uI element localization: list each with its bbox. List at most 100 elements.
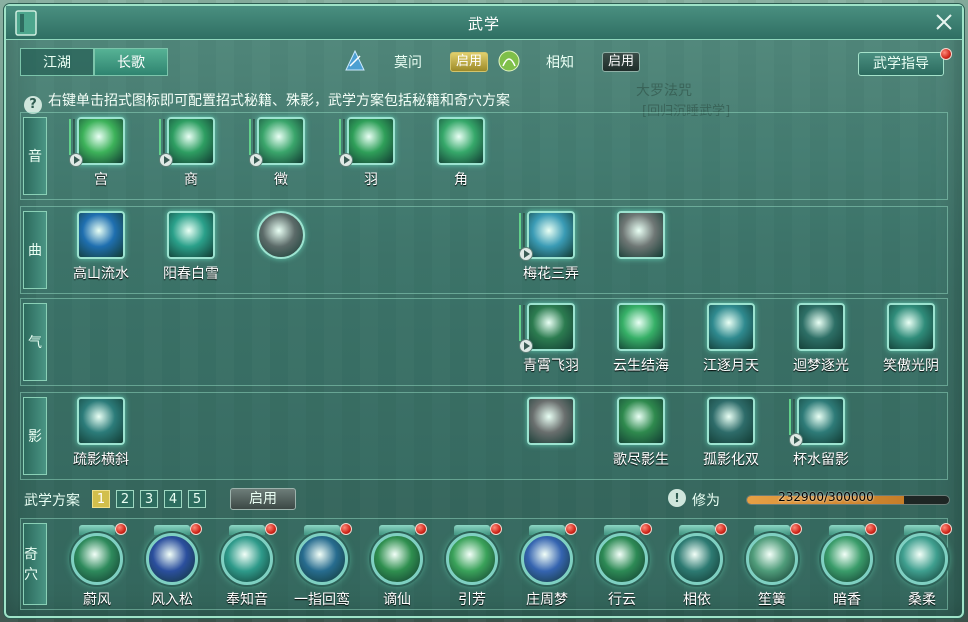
qixue-slot: 行云 bbox=[584, 523, 660, 609]
qixue-slot: 相依 bbox=[659, 523, 735, 609]
green-figure-icon[interactable] bbox=[71, 533, 123, 585]
skill-slot: 疏影横斜 bbox=[61, 397, 141, 479]
qixue-notification-dot bbox=[415, 523, 427, 535]
school-xiangzhi-label: 相知 bbox=[546, 55, 574, 71]
skill-level-bars bbox=[339, 119, 345, 155]
skill-level-bars bbox=[519, 305, 525, 341]
row-label: 气 bbox=[23, 303, 47, 381]
figure-swirl-icon[interactable] bbox=[671, 533, 723, 585]
qixue-name: 笙簧 bbox=[758, 592, 786, 608]
qixue-name: 引芳 bbox=[458, 592, 486, 608]
skill-name: 歌尽影生 bbox=[613, 452, 669, 468]
qixue-name: 奉知音 bbox=[226, 592, 268, 608]
background-spell-title: 大罗法咒 bbox=[636, 83, 692, 99]
hand-cross-icon[interactable] bbox=[347, 117, 395, 165]
green-swirl-icon[interactable] bbox=[371, 533, 423, 585]
feather-icon[interactable] bbox=[527, 303, 575, 351]
blue-warrior-icon[interactable] bbox=[146, 533, 198, 585]
play-icon[interactable] bbox=[789, 433, 803, 447]
plan-number-3[interactable]: 3 bbox=[140, 490, 158, 508]
grey-runner-icon[interactable] bbox=[527, 397, 575, 445]
row-label: 音 bbox=[23, 117, 47, 195]
hand-open-icon[interactable] bbox=[437, 117, 485, 165]
twin-shadow-icon[interactable] bbox=[707, 397, 755, 445]
skill-row-2: 曲高山流水 阳春白雪 梅花三弄 bbox=[20, 206, 948, 294]
skill-name: 江逐月天 bbox=[703, 358, 759, 374]
skill-name: 高山流水 bbox=[73, 266, 129, 282]
hint-text: 右键单击招式图标即可配置招式秘籍、殊影，武学方案包括秘籍和奇穴方案 bbox=[48, 93, 510, 109]
skill-name: 商 bbox=[184, 172, 198, 188]
skill-row-3: 气青霄飞羽 云生结海 江逐月天 迴梦逐光 笑傲光阴 bbox=[20, 298, 948, 386]
blossom-sparkle-icon[interactable] bbox=[821, 533, 873, 585]
plan-label: 武学方案 bbox=[24, 493, 80, 509]
window-titlebar[interactable]: 武学 bbox=[6, 6, 962, 40]
skill-slot: 梅花三弄 bbox=[511, 211, 591, 293]
xiangzhi-enable-button[interactable]: 启用 bbox=[602, 52, 640, 72]
qixue-notification-dot bbox=[940, 523, 952, 535]
close-icon[interactable] bbox=[932, 10, 956, 34]
play-icon[interactable] bbox=[519, 339, 533, 353]
hand-strum-icon[interactable] bbox=[77, 117, 125, 165]
dream-figure-icon[interactable] bbox=[797, 303, 845, 351]
plan-number-4[interactable]: 4 bbox=[164, 490, 182, 508]
xiangzhi-school-icon[interactable] bbox=[496, 48, 522, 74]
qixue-slot: 风入松 bbox=[134, 523, 210, 609]
heart-ripple-icon[interactable] bbox=[797, 397, 845, 445]
blue-hand-icon[interactable] bbox=[521, 533, 573, 585]
moon-burst-icon[interactable] bbox=[707, 303, 755, 351]
skill-slot: 羽 bbox=[331, 117, 411, 199]
skill-name: 迴梦逐光 bbox=[793, 358, 849, 374]
heart-glow-icon[interactable] bbox=[221, 533, 273, 585]
play-icon[interactable] bbox=[339, 153, 353, 167]
plan-enable-button[interactable]: 启用 bbox=[230, 488, 296, 510]
plan-number-2[interactable]: 2 bbox=[116, 490, 134, 508]
qixue-notification-dot bbox=[790, 523, 802, 535]
green-slash-icon[interactable] bbox=[617, 397, 665, 445]
qixue-notification-dot bbox=[565, 523, 577, 535]
comet-icon[interactable] bbox=[296, 533, 348, 585]
skill-slot: 高山流水 bbox=[61, 211, 141, 293]
plan-number-1[interactable]: 1 bbox=[92, 490, 110, 508]
green-vortex-icon[interactable] bbox=[617, 303, 665, 351]
tab-jianghu[interactable]: 江湖 bbox=[20, 48, 94, 76]
skill-slot: 笑傲光阴 bbox=[871, 303, 951, 385]
skill-level-bars bbox=[789, 399, 795, 435]
smoke-orb-icon[interactable] bbox=[257, 211, 305, 259]
qixue-row: 奇穴 蔚风 风入松 奉知音 一指回鸾 谪仙 引芳 庄周梦 行云 相依 笙簧 暗香 桑柔 bbox=[20, 518, 952, 610]
qixue-name: 蔚风 bbox=[83, 592, 111, 608]
mowen-enable-button[interactable]: 启用 bbox=[450, 52, 488, 72]
martial-guide-button[interactable]: 武学指导 bbox=[858, 52, 944, 76]
qixue-name: 谪仙 bbox=[383, 592, 411, 608]
qixue-notification-dot bbox=[490, 523, 502, 535]
tab-changge[interactable]: 长歌 bbox=[94, 48, 168, 76]
snowflake-icon[interactable] bbox=[167, 211, 215, 259]
plum-blossom-icon[interactable] bbox=[527, 211, 575, 259]
play-icon[interactable] bbox=[159, 153, 173, 167]
mowen-school-icon[interactable] bbox=[342, 48, 368, 74]
plan-row: 武学方案 1 2 3 4 5 启用 ! 修为 232900/300000 bbox=[24, 488, 950, 512]
hand-pluck-icon[interactable] bbox=[257, 117, 305, 165]
play-icon[interactable] bbox=[249, 153, 263, 167]
skill-slot bbox=[511, 397, 591, 479]
pink-flower-icon[interactable] bbox=[746, 533, 798, 585]
wind-slash-icon[interactable] bbox=[887, 303, 935, 351]
qixue-slot: 庄周梦 bbox=[509, 523, 585, 609]
skill-slot bbox=[601, 211, 681, 293]
play-icon[interactable] bbox=[519, 247, 533, 261]
qixue-name: 相依 bbox=[683, 592, 711, 608]
leaf-swirl-icon[interactable] bbox=[446, 533, 498, 585]
skill-name: 宫 bbox=[94, 172, 108, 188]
shadow-runner-icon[interactable] bbox=[77, 397, 125, 445]
qixue-label: 奇穴 bbox=[23, 523, 47, 605]
skill-slot: 云生结海 bbox=[601, 303, 681, 385]
skill-slot: 商 bbox=[151, 117, 231, 199]
water-flow-icon[interactable] bbox=[77, 211, 125, 259]
exclamation-icon: ! bbox=[668, 489, 686, 507]
statue-icon[interactable] bbox=[617, 211, 665, 259]
hand-swirl-icon[interactable] bbox=[167, 117, 215, 165]
plan-number-5[interactable]: 5 bbox=[188, 490, 206, 508]
play-icon[interactable] bbox=[69, 153, 83, 167]
qixue-name: 风入松 bbox=[151, 592, 193, 608]
cloud-spiral-icon[interactable] bbox=[596, 533, 648, 585]
white-flower-icon[interactable] bbox=[896, 533, 948, 585]
